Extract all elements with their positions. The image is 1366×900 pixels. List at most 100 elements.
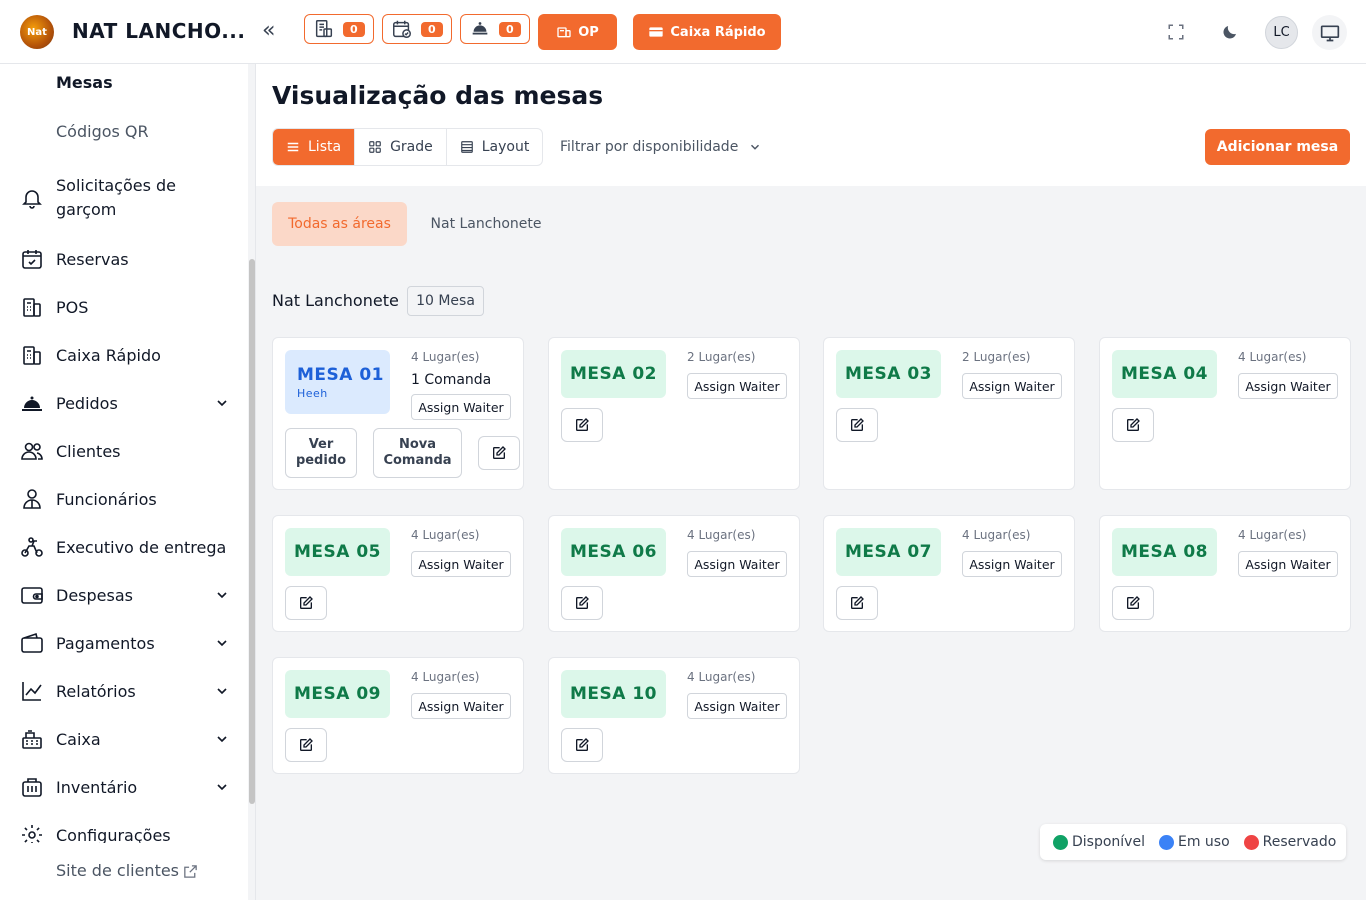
monitor-icon[interactable] [1312,15,1347,50]
assign-waiter-button[interactable]: Assign Waiter [411,551,511,577]
assign-waiter-button[interactable]: Assign Waiter [411,693,511,719]
assign-waiter-button[interactable]: Assign Waiter [687,551,787,577]
bell-icon [20,186,44,210]
table-name-badge[interactable]: MESA 04 [1112,350,1217,398]
collapse-sidebar-icon[interactable]: « [262,20,275,42]
receipt-icon [315,20,333,38]
customer-site-link[interactable]: Site de clientes [0,843,248,900]
add-table-button[interactable]: Adicionar mesa [1205,129,1350,165]
edit-table-button[interactable] [478,436,520,470]
credit-card-icon [649,27,664,37]
sidebar-item-pedidos[interactable]: Pedidos [20,391,230,415]
scrollbar-thumb[interactable] [249,259,255,804]
sidebar-scrollbar[interactable] [248,64,255,900]
view-grid-button[interactable]: Grade [355,129,447,165]
sidebar-item-despesas[interactable]: Despesas [20,583,230,607]
assign-waiter-button[interactable]: Assign Waiter [411,394,511,420]
table-card: MESA 05 4 Lugar(es) Assign Waiter [272,515,524,632]
assign-waiter-button[interactable]: Assign Waiter [1238,373,1338,399]
grid-icon [369,141,381,153]
edit-table-button[interactable] [285,586,327,620]
sidebar-item-pos[interactable]: POS [20,295,230,319]
sidebar-item-caixa-rapido[interactable]: Caixa Rápido [20,343,230,367]
waiter-requests-counter-button[interactable]: 0 [460,14,530,44]
delivery-icon [20,535,44,559]
available-dot-icon [1053,834,1068,850]
sidebar-item-inventario[interactable]: Inventário [20,775,230,799]
wallet-open-icon [20,631,44,655]
table-name-badge[interactable]: MESA 06 [561,528,666,576]
table-card: MESA 09 4 Lugar(es) Assign Waiter [272,657,524,774]
wallet-icon [20,583,44,607]
table-comanda-count: 1 Comanda [411,372,492,388]
table-name-badge[interactable]: MESA 09 [285,670,390,718]
user-avatar[interactable]: LC [1265,16,1298,49]
chevron-down-icon [217,640,227,647]
assign-waiter-button[interactable]: Assign Waiter [1238,551,1338,577]
calendar-icon [20,247,44,271]
assign-waiter-button[interactable]: Assign Waiter [687,693,787,719]
sidebar-item-waiter-requests[interactable]: Solicitações de garçom [20,174,230,222]
cloche-icon [20,391,44,415]
table-name-badge[interactable]: MESA 10 [561,670,666,718]
reservations-count-badge: 0 [421,21,443,37]
sidebar-item-pagamentos[interactable]: Pagamentos [20,631,230,655]
table-seats: 4 Lugar(es) [687,670,756,684]
tab-nat-lanchonete[interactable]: Nat Lanchonete [416,202,556,246]
view-order-button[interactable]: Ver pedido [285,428,357,478]
table-name-badge[interactable]: MESA 01 Heeh [285,350,390,414]
users-icon [20,439,44,463]
legend-item-reserved: Reservado [1243,834,1336,850]
chevron-down-icon [217,736,227,743]
tab-all-areas[interactable]: Todas as áreas [272,202,407,246]
assign-waiter-button[interactable]: Assign Waiter [962,373,1062,399]
sidebar-subitem-qr-codes[interactable]: Códigos QR [56,122,149,141]
reservations-counter-button[interactable]: 0 [382,14,452,44]
quick-cash-button[interactable]: Caixa Rápido [633,14,781,50]
table-card: MESA 10 4 Lugar(es) Assign Waiter [548,657,800,774]
sidebar-subitem-mesas[interactable]: Mesas [56,73,113,92]
area-table-count: 10 Mesa [407,286,484,316]
pos-icon [557,27,571,38]
edit-icon [1127,596,1140,609]
orders-counter-button[interactable]: 0 [304,14,374,44]
edit-table-button[interactable] [1112,586,1154,620]
assign-waiter-button[interactable]: Assign Waiter [962,551,1062,577]
app-logo[interactable]: Nat [20,15,54,49]
edit-table-button[interactable] [285,728,327,762]
table-name-badge[interactable]: MESA 07 [836,528,941,576]
edit-table-button[interactable] [561,408,603,442]
page-title: Visualização das mesas [272,81,604,110]
table-name-badge[interactable]: MESA 05 [285,528,390,576]
op-button[interactable]: OP [538,14,617,50]
edit-icon [851,418,864,431]
edit-table-button[interactable] [1112,408,1154,442]
table-seats: 4 Lugar(es) [411,350,480,364]
new-comanda-button[interactable]: Nova Comanda [373,428,462,478]
availability-filter-dropdown[interactable]: Filtrar por disponibilidade [560,139,762,155]
table-name-badge[interactable]: MESA 02 [561,350,666,398]
dark-mode-moon-icon[interactable] [1216,18,1244,46]
edit-table-button[interactable] [836,586,878,620]
pos-icon [20,295,44,319]
view-toggle-group: Lista Grade Layout [272,128,544,166]
waiter-requests-count-badge: 0 [499,21,521,37]
table-name-badge[interactable]: MESA 03 [836,350,941,398]
view-layout-button[interactable]: Layout [447,129,543,165]
in-use-dot-icon [1158,834,1174,850]
fullscreen-icon[interactable] [1162,18,1190,46]
assign-waiter-button[interactable]: Assign Waiter [687,373,787,399]
edit-table-button[interactable] [561,586,603,620]
sidebar-item-caixa[interactable]: Caixa [20,727,230,751]
chevron-down-icon [217,592,227,599]
sidebar-item-clientes[interactable]: Clientes [20,439,230,463]
waiter-icon [472,22,488,35]
edit-table-button[interactable] [561,728,603,762]
sidebar-item-executivo-de-entrega[interactable]: Executivo de entrega [20,535,230,559]
view-list-button[interactable]: Lista [273,129,356,165]
edit-table-button[interactable] [836,408,878,442]
sidebar-item-relatorios[interactable]: Relatórios [20,679,230,703]
sidebar-item-reservas[interactable]: Reservas [20,247,230,271]
sidebar-item-funcionarios[interactable]: Funcionários [20,487,230,511]
table-name-badge[interactable]: MESA 08 [1112,528,1217,576]
